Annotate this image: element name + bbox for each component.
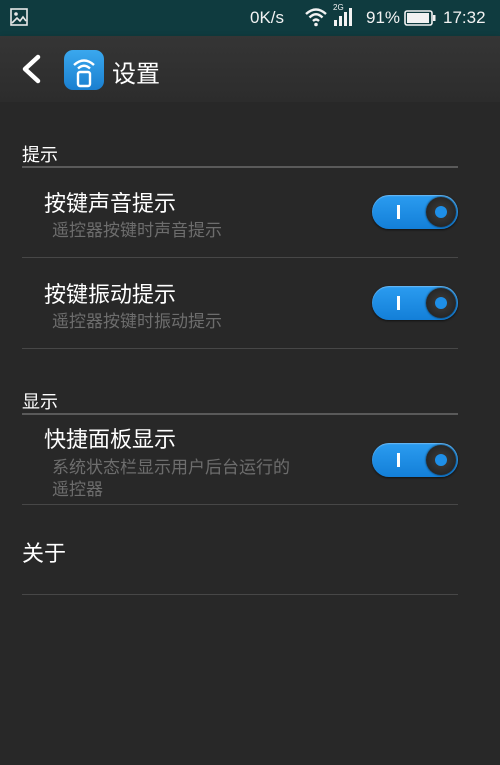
row-divider bbox=[22, 504, 458, 505]
setting-subtitle-line2: 遥控器 bbox=[52, 480, 103, 500]
key-vibration-toggle[interactable] bbox=[372, 286, 458, 320]
row-divider bbox=[22, 348, 458, 349]
section-divider bbox=[22, 166, 458, 168]
clock: 17:32 bbox=[443, 8, 486, 27]
wifi-icon bbox=[305, 8, 327, 27]
setting-title: 按键声音提示 bbox=[44, 192, 177, 217]
section-header-display: 显示 bbox=[22, 392, 58, 413]
setting-title: 按键振动提示 bbox=[44, 283, 177, 308]
setting-title: 快捷面板显示 bbox=[44, 428, 177, 453]
section-divider bbox=[22, 413, 458, 415]
row-divider bbox=[22, 257, 458, 258]
toggle-knob bbox=[426, 288, 456, 318]
app-logo-icon bbox=[64, 50, 104, 90]
setting-subtitle: 遥控器按键时声音提示 bbox=[52, 221, 222, 241]
settings-list: 提示 按键声音提示 遥控器按键时声音提示 按键振动提示 遥控器按键时振动提示 显… bbox=[0, 102, 500, 765]
app-bar: 设置 bbox=[0, 36, 500, 102]
toggle-on-mark bbox=[397, 296, 400, 310]
toggle-on-mark bbox=[397, 205, 400, 219]
page-title: 设置 bbox=[112, 60, 160, 88]
status-bar: 0K/s 2G 91% 17:32 bbox=[0, 0, 500, 36]
signal-type: 2G bbox=[333, 3, 344, 12]
network-speed: 0K/s bbox=[250, 8, 285, 27]
back-arrow-icon[interactable] bbox=[20, 54, 42, 84]
battery-percent: 91% bbox=[366, 8, 401, 27]
setting-subtitle-line1: 系统状态栏显示用户后台运行的 bbox=[52, 458, 290, 478]
toggle-knob bbox=[426, 197, 456, 227]
battery-icon bbox=[404, 10, 436, 26]
toggle-on-mark bbox=[397, 453, 400, 467]
toggle-knob bbox=[426, 445, 456, 475]
section-header-prompt: 提示 bbox=[22, 145, 58, 166]
quick-panel-toggle[interactable] bbox=[372, 443, 458, 477]
image-notification-icon bbox=[10, 8, 28, 26]
signal-icon: 2G bbox=[333, 3, 352, 26]
row-divider bbox=[22, 594, 458, 595]
setting-subtitle: 遥控器按键时振动提示 bbox=[52, 312, 222, 332]
about-item[interactable]: 关于 bbox=[22, 536, 66, 568]
key-sound-toggle[interactable] bbox=[372, 195, 458, 229]
